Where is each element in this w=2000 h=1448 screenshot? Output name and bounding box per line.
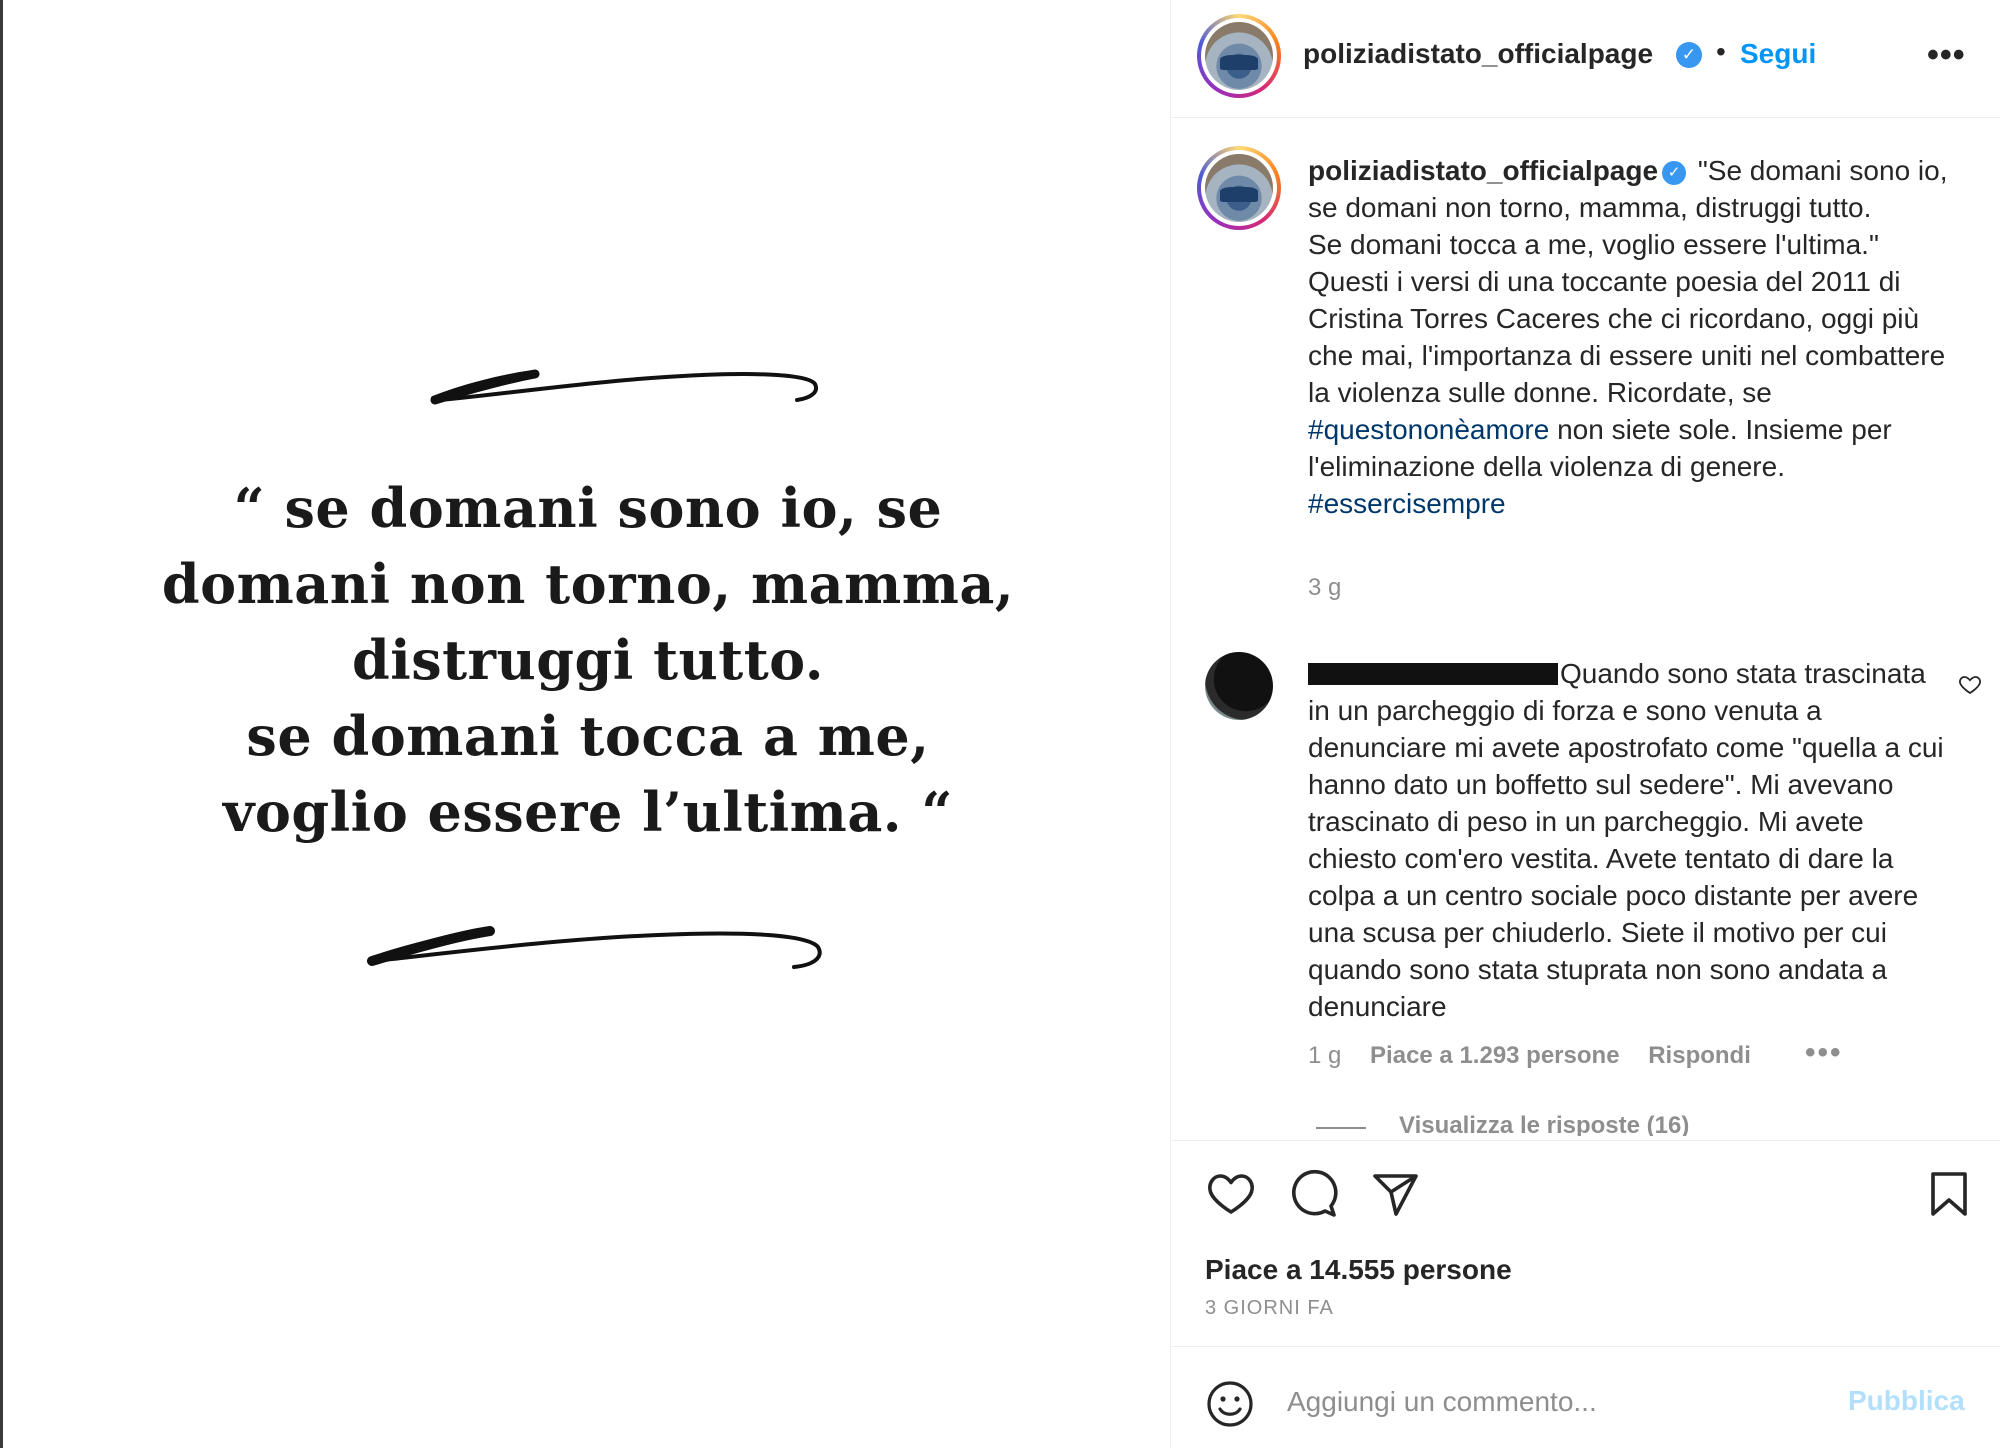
comment-like-icon[interactable] <box>1958 672 1982 696</box>
comment-timestamp: 1 g <box>1308 1042 1342 1069</box>
comment-text: Quando sono stata trascinata in un parch… <box>1308 658 1944 1022</box>
replies-divider <box>1316 1127 1366 1129</box>
post-sidebar: poliziadistato_officialpage ✓ • Segui ••… <box>1170 0 2000 1448</box>
quote-line: domani non torno, mamma, <box>161 552 1015 616</box>
add-comment-bar: Pubblica <box>1171 1346 2000 1448</box>
comment-more-icon[interactable]: ••• <box>1805 1036 1843 1070</box>
verified-badge-icon: ✓ <box>1662 160 1687 185</box>
emoji-icon[interactable] <box>1205 1379 1255 1429</box>
actions-divider <box>1171 1140 2000 1141</box>
redacted-username <box>1308 662 1558 685</box>
caption-text: Se domani tocca a me, voglio essere l'ul… <box>1308 229 1946 408</box>
header-username[interactable]: poliziadistato_officialpage <box>1303 38 1653 70</box>
decorative-swash-top <box>430 369 818 405</box>
quote-line: “ se domani sono io, se <box>233 476 943 540</box>
caption-avatar[interactable] <box>1197 146 1281 230</box>
commenter-avatar[interactable] <box>1205 652 1273 720</box>
comment-meta: 1 g Piace a 1.293 persone Rispondi <box>1308 1042 1773 1070</box>
more-options-icon[interactable]: ••• <box>1927 36 1966 75</box>
comment-icon[interactable] <box>1287 1168 1339 1220</box>
post-likes[interactable]: Piace a 14.555 persone <box>1205 1254 1512 1286</box>
post-date: 3 GIORNI FA <box>1205 1297 1334 1319</box>
decorative-swash-bottom <box>367 926 822 969</box>
bookmark-icon[interactable] <box>1923 1168 1975 1220</box>
post-caption: poliziadistato_officialpage ✓ "Se domani … <box>1308 152 1958 522</box>
quote-text: “ se domani sono io, se domani non torno… <box>133 470 1043 850</box>
post-image[interactable]: “ se domani sono io, se domani non torno… <box>3 0 1170 1448</box>
comment-input[interactable] <box>1287 1377 1807 1427</box>
caption-username[interactable]: poliziadistato_officialpage <box>1308 155 1658 186</box>
comment-body: Quando sono stata trascinata in un parch… <box>1308 655 1948 1025</box>
verified-badge-icon: ✓ <box>1676 42 1702 68</box>
hashtag-link[interactable]: #essercisempre <box>1308 488 1506 519</box>
caption-timestamp: 3 g <box>1308 574 1342 601</box>
post-header: poliziadistato_officialpage ✓ • Segui ••… <box>1171 0 2000 118</box>
quote-line: se domani tocca a me, <box>246 704 930 768</box>
view-replies-button[interactable]: Visualizza le risposte (16) <box>1399 1112 1689 1136</box>
quote-line: voglio essere l’ultima. “ <box>223 780 953 844</box>
share-icon[interactable] <box>1369 1168 1421 1220</box>
comment-likes[interactable]: Piace a 1.293 persone <box>1370 1042 1620 1069</box>
avatar[interactable] <box>1197 14 1281 98</box>
like-icon[interactable] <box>1205 1168 1257 1220</box>
follow-button[interactable]: Segui <box>1740 38 1816 70</box>
reply-button[interactable]: Rispondi <box>1648 1042 1751 1069</box>
quote-line: distruggi tutto. <box>351 628 825 692</box>
publish-button[interactable]: Pubblica <box>1848 1385 1965 1417</box>
separator-dot: • <box>1716 36 1726 67</box>
hashtag-link[interactable]: #questononèamore <box>1308 414 1549 445</box>
